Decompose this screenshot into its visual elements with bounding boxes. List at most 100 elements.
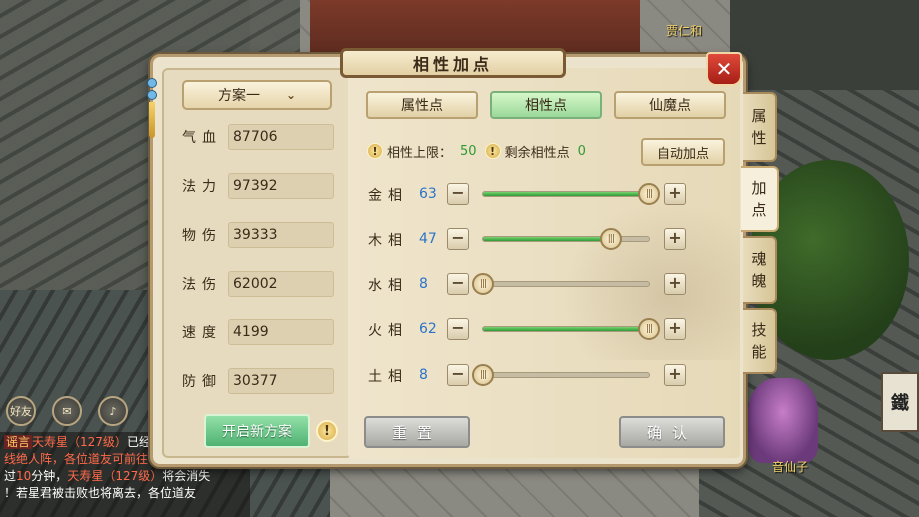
side-sign: 鐵 (881, 372, 919, 432)
chat-name[interactable]: 天寿星 (67, 469, 103, 483)
chat-channel-tag: 谣言 (4, 435, 33, 449)
tab-immortal-demon-points[interactable]: 仙魔点 (614, 91, 726, 119)
slider-fill (483, 237, 611, 241)
side-tab-skills[interactable]: 技 能 (743, 308, 777, 374)
attr-name: 水相 (368, 278, 408, 294)
stat-value: 4199 (228, 319, 334, 345)
stat-label: 气血 (182, 130, 222, 146)
chat-line: ！若星君被击败也将离去，各位道友 (4, 485, 246, 502)
slider-handle[interactable]: ||| (638, 318, 660, 340)
attr-name: 金相 (368, 188, 408, 204)
chat-level: （127级） (68, 435, 127, 449)
minus-button[interactable]: − (447, 364, 469, 386)
tab-attribute-points[interactable]: 属性点 (366, 91, 478, 119)
chat-text: 过 (4, 469, 17, 483)
affinity-limit-row: ! 相性上限： 50 ! 剩余相性点 0 (367, 141, 590, 161)
friend-button[interactable]: 好友 (6, 396, 36, 426)
chat-text: 线绝人阵，各位道友可前往 (4, 452, 149, 466)
side-tab-add-points[interactable]: 加 点 (741, 166, 779, 232)
remaining-info-icon[interactable]: ! (484, 143, 501, 159)
attr-name: 火相 (368, 323, 408, 339)
chat-text: ！若星君被击败也将离去，各位道友 (4, 486, 197, 500)
attr-name: 木相 (368, 233, 408, 249)
stat-label: 物伤 (182, 228, 222, 244)
plus-button[interactable]: + (664, 228, 686, 250)
minus-button[interactable]: − (447, 273, 469, 295)
attr-name: 土相 (368, 369, 408, 385)
stat-value: 87706 (228, 124, 334, 150)
stat-label: 法力 (182, 179, 222, 195)
npc-name-bottom[interactable]: 音仙子 (772, 458, 808, 475)
slider-fill (483, 192, 649, 196)
reset-button[interactable]: 重置 (364, 416, 470, 448)
stat-label: 法伤 (182, 277, 222, 293)
voice-button[interactable]: ♪ (98, 396, 128, 426)
microphone-icon: ♪ (109, 404, 117, 418)
stat-label: 防御 (182, 374, 222, 390)
slider-handle[interactable]: ||| (472, 273, 494, 295)
stat-row-mp: 法力 97392 (182, 173, 334, 199)
side-tab-label: 魂 魄 (751, 250, 767, 290)
slider-handle[interactable]: ||| (472, 364, 494, 386)
slider-handle[interactable]: ||| (599, 228, 622, 250)
chat-text: 分钟， (31, 469, 68, 483)
auto-allocate-button[interactable]: 自动加点 (641, 138, 725, 166)
minus-button[interactable]: − (447, 183, 469, 205)
stat-value: 30377 (228, 368, 334, 394)
remaining-label: 剩余相性点 (504, 145, 570, 161)
npc-fairy-sprite[interactable] (748, 378, 818, 463)
tab-affinity-points[interactable]: 相性点 (490, 91, 602, 119)
plus-button[interactable]: + (664, 364, 686, 386)
plan-info-icon[interactable]: ! (316, 420, 338, 442)
attr-value: 8 (419, 367, 428, 383)
plus-button[interactable]: + (664, 183, 686, 205)
minus-button[interactable]: − (447, 318, 469, 340)
pendant-ornament-icon (147, 76, 157, 152)
attr-slider[interactable]: ||| (482, 228, 650, 250)
npc-name-top[interactable]: 贾仁和 (666, 22, 702, 39)
chat-line: 过10分钟，天寿星（127级）将会消失 (4, 468, 246, 485)
chat-name[interactable]: 天寿星 (32, 435, 68, 449)
plan-selected-label: 方案一 (217, 88, 260, 104)
stat-label: 速度 (182, 325, 222, 341)
limit-label: 相性上限： (387, 145, 453, 161)
chevron-down-icon: ⌄ (285, 88, 297, 102)
slider-handle[interactable]: ||| (638, 183, 660, 205)
chat-level: （127级） (103, 469, 163, 483)
side-tab-label: 属 性 (751, 107, 767, 147)
stat-row-defense: 防御 30377 (182, 368, 334, 394)
close-icon: ✕ (715, 57, 733, 81)
plus-button[interactable]: + (664, 273, 686, 295)
attr-value: 63 (419, 186, 437, 202)
side-tab-label: 加 点 (751, 179, 767, 219)
attr-value: 62 (419, 321, 437, 337)
limit-value: 50 (460, 143, 477, 159)
chat-bubble-button[interactable]: ✉ (52, 396, 82, 426)
side-tab-label: 技 能 (751, 321, 767, 361)
limit-info-icon[interactable]: ! (367, 143, 383, 159)
confirm-button[interactable]: 确认 (619, 416, 725, 448)
chat-text: 已经 (126, 435, 151, 449)
chat-bubble-icon: ✉ (62, 404, 72, 418)
close-button[interactable]: ✕ (706, 52, 742, 86)
attr-slider[interactable]: ||| (472, 364, 650, 386)
minus-button[interactable]: − (447, 228, 469, 250)
stat-row-phys-dmg: 物伤 39333 (182, 222, 334, 248)
attr-value: 8 (419, 276, 428, 292)
chat-number: 10 (16, 469, 32, 483)
attr-slider[interactable]: ||| (482, 318, 660, 340)
attr-slider[interactable]: ||| (482, 183, 660, 205)
side-tab-soul[interactable]: 魂 魄 (743, 236, 777, 304)
plan-dropdown[interactable]: 方案一 ⌄ (182, 80, 332, 110)
dialog-title: 相性加点 (340, 48, 566, 78)
stat-value: 39333 (228, 222, 334, 248)
plus-button[interactable]: + (664, 318, 686, 340)
new-plan-button[interactable]: 开启新方案 (204, 414, 310, 448)
chat-text: 将会消失 (162, 469, 211, 483)
attr-value: 47 (419, 231, 437, 247)
side-tab-attributes[interactable]: 属 性 (743, 92, 777, 162)
slider-fill (483, 327, 649, 331)
stat-row-hp: 气血 87706 (182, 124, 334, 150)
attr-slider[interactable]: ||| (472, 273, 650, 295)
stat-row-speed: 速度 4199 (182, 319, 334, 345)
